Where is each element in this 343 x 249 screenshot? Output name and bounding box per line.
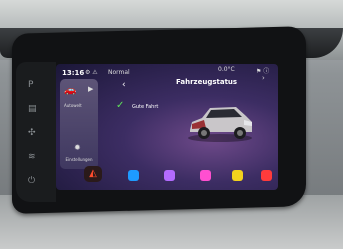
checkmark-icon: ✓ bbox=[116, 100, 125, 111]
header-right-icon[interactable]: › bbox=[262, 74, 265, 82]
page-title: Fahrzeugstatus bbox=[176, 78, 238, 86]
widget-label: Autowelt bbox=[64, 103, 82, 108]
hazard-button[interactable]: ◭ bbox=[84, 166, 102, 182]
clock: 13:16 bbox=[62, 69, 85, 77]
app-icon-magenta[interactable] bbox=[200, 170, 211, 181]
autowelt-widget[interactable]: 🚗 ▶ Autowelt ✹ Einstellungen bbox=[60, 79, 98, 169]
power-icon[interactable]: ⏻ bbox=[28, 176, 35, 186]
app-icon-blue[interactable] bbox=[128, 170, 139, 181]
status-message: Gute Fahrt bbox=[132, 104, 159, 110]
defrost-icon[interactable]: ≋ bbox=[28, 152, 36, 162]
chevron-right-icon: ▶ bbox=[88, 85, 94, 93]
hardware-button-panel: P ▤ ✣ ≋ ⏻ bbox=[16, 62, 56, 202]
drive-mode: Normal bbox=[108, 69, 130, 76]
parking-icon[interactable]: P bbox=[28, 80, 33, 90]
touchscreen: 13:16 ⚙ ⚠ Normal 0.0°C ⚑ ⓘ 🚗 ▶ Autowelt … bbox=[56, 64, 278, 190]
fan-icon[interactable]: ✣ bbox=[28, 128, 36, 138]
app-icon-purple[interactable] bbox=[164, 170, 175, 181]
app-icon-yellow[interactable] bbox=[232, 170, 243, 181]
car-icon: 🚗 bbox=[64, 85, 77, 96]
seat-icon[interactable]: ▤ bbox=[28, 104, 37, 114]
status-icons: ⚙ ⚠ bbox=[85, 69, 98, 76]
gear-icon[interactable]: ✹ bbox=[74, 143, 81, 152]
settings-label: Einstellungen bbox=[65, 157, 93, 162]
outside-temperature: 0.0°C bbox=[218, 66, 235, 73]
back-arrow-icon[interactable]: ‹ bbox=[122, 80, 126, 90]
app-icon-red[interactable] bbox=[261, 170, 272, 181]
app-bar: ◭ bbox=[56, 164, 278, 190]
car-illustration bbox=[188, 107, 252, 142]
